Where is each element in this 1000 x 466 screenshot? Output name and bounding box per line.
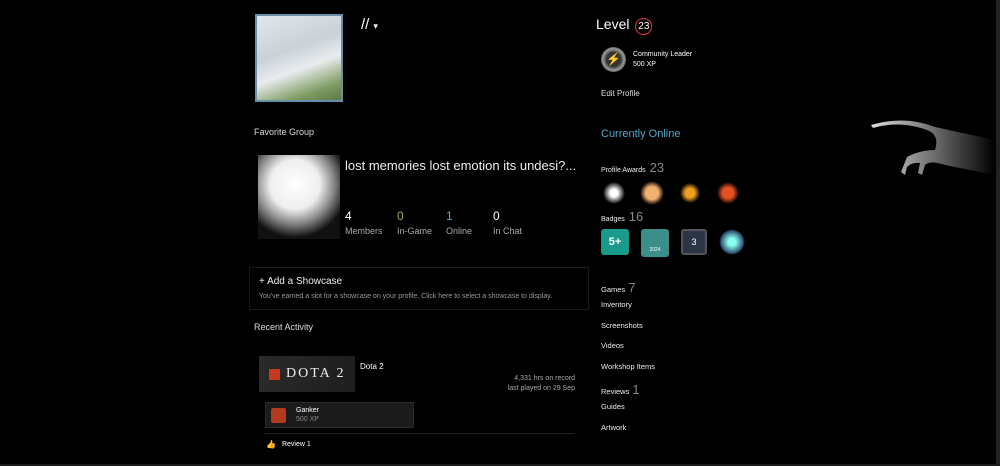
profile-avatar[interactable] (255, 14, 343, 102)
chevron-down-icon: ▾ (373, 21, 378, 31)
online-status: Currently Online (601, 128, 681, 140)
divider (264, 433, 574, 434)
link-label: Games (601, 285, 626, 294)
link-count: 7 (628, 280, 636, 295)
link-label: Workshop Items (601, 361, 656, 371)
profile-link-reviews[interactable]: Reviews 1 (601, 382, 655, 402)
game-capsule[interactable]: DOTA 2 (259, 356, 355, 392)
link-count: 1 (632, 381, 640, 397)
badges-link[interactable]: Badges 16 (601, 209, 643, 224)
badges-row: 5+ 2024 3 (601, 229, 745, 257)
badge-years-icon[interactable]: 5+ (601, 229, 629, 255)
group-stat-members: 4 Members (345, 209, 383, 236)
profile-link-workshop-items[interactable]: Workshop Items (601, 362, 655, 382)
add-showcase-button[interactable]: + Add a Showcase You've earned a slot fo… (249, 267, 589, 310)
game-name-link[interactable]: Dota 2 (360, 362, 384, 371)
lightning-badge-icon: ⚡ (601, 47, 626, 72)
add-showcase-title: + Add a Showcase (259, 276, 343, 287)
group-stat-ingame: 0 In-Game (397, 209, 433, 236)
dota-logo-icon (269, 368, 280, 380)
link-label: Screenshots (601, 320, 643, 330)
thumbs-up-icon: 👍 (266, 440, 276, 449)
group-name-link[interactable]: lost memories lost emotion its undesi?..… (345, 158, 576, 173)
cat-paw-decoration (871, 120, 995, 175)
profile-awards-link[interactable]: Profile Awards 23 (601, 160, 664, 175)
scrollbar[interactable] (996, 0, 1000, 466)
achievement-xp: 500 XP (296, 416, 319, 423)
link-label: Reviews (601, 386, 630, 396)
group-avatar[interactable] (258, 155, 340, 239)
level-badge: 23 (635, 18, 653, 35)
achievement-name: Ganker (296, 407, 319, 414)
review-link[interactable]: 👍 Review 1 (266, 440, 311, 449)
profile-link-videos[interactable]: Videos (601, 341, 655, 361)
award-hand-icon[interactable] (677, 180, 703, 206)
game-logo-text: DOTA 2 (286, 366, 346, 381)
add-showcase-desc: You've earned a slot for a showcase on y… (259, 293, 553, 300)
edit-profile-button[interactable]: Edit Profile (601, 89, 640, 98)
game-playtime: 4,331 hrs on record last played on 29 Sep (507, 375, 575, 392)
profile-link-guides[interactable]: Guides (601, 402, 655, 422)
award-chest-icon[interactable] (715, 180, 741, 206)
link-label: Inventory (601, 300, 632, 310)
profile-link-inventory[interactable]: Inventory (601, 300, 655, 320)
link-label: Videos (601, 341, 624, 351)
profile-name-menu[interactable]: //▾ (361, 16, 378, 33)
profile-link-games[interactable]: Games 7 (601, 280, 655, 300)
award-winged-icon[interactable] (601, 180, 627, 206)
profile-name: // (361, 16, 370, 33)
link-label: Guides (601, 402, 625, 412)
recent-activity-heading: Recent Activity (254, 322, 314, 332)
link-label: Artwork (601, 422, 627, 432)
profile-link-artwork[interactable]: Artwork (601, 423, 655, 443)
group-stat-online: 1 Online (446, 209, 473, 236)
group-stat-inchat: 0 In Chat (493, 209, 523, 236)
badge-steam-2024-icon[interactable]: 2024 (641, 229, 669, 257)
featured-badge[interactable]: ⚡ Community Leader 500 XP (601, 47, 692, 72)
badge-sphere-icon[interactable] (719, 229, 745, 255)
favorite-group-label: Favorite Group (254, 127, 315, 137)
profile-link-screenshots[interactable]: Screenshots (601, 321, 655, 341)
achievement-item[interactable]: Ganker 500 XP (265, 402, 414, 428)
profile-links: Games 7 Inventory Screenshots Videos Workshop… (601, 280, 655, 443)
level-display: Level 23 (596, 16, 653, 35)
achievement-icon (271, 407, 286, 423)
badge-level-icon[interactable]: 3 (681, 229, 707, 255)
award-unicorn-icon[interactable] (639, 180, 665, 206)
awards-row (601, 180, 741, 206)
